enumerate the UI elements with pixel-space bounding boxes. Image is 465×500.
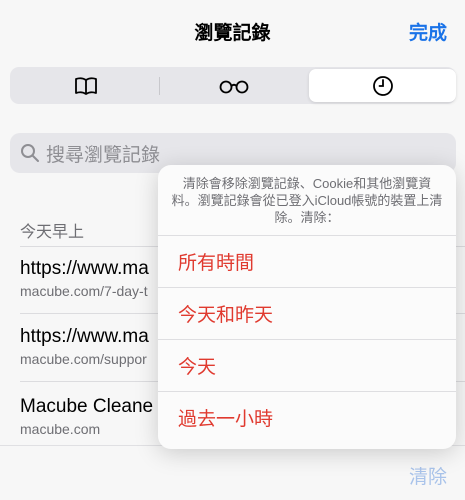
section-header: 今天早上: [20, 224, 85, 241]
search-icon: [21, 144, 39, 162]
tab-reading-list[interactable]: [160, 69, 307, 102]
search-placeholder: 搜尋瀏覽記錄: [46, 144, 161, 166]
segmented-control: [10, 67, 456, 104]
book-icon: [74, 76, 97, 95]
tab-history[interactable]: [309, 69, 456, 102]
reading-list-glasses-icon: [219, 80, 248, 93]
option-today[interactable]: 今天: [158, 339, 456, 391]
option-all-time[interactable]: 所有時間: [158, 235, 456, 287]
done-button[interactable]: 完成: [409, 18, 447, 45]
page-title: 瀏覽記錄: [194, 23, 271, 44]
option-last-hour[interactable]: 過去一小時: [158, 391, 456, 443]
clear-history-popover: 清除會移除瀏覽記錄、Cookie和其他瀏覽資料。瀏覽記錄會從已登入iCloud帳…: [158, 165, 456, 449]
tab-bookmarks[interactable]: [12, 69, 159, 102]
bottom-toolbar: 清除: [0, 445, 465, 500]
popover-message: 清除會移除瀏覽記錄、Cookie和其他瀏覽資料。瀏覽記錄會從已登入iCloud帳…: [171, 176, 443, 225]
clear-button[interactable]: 清除: [409, 462, 447, 489]
option-today-and-yesterday[interactable]: 今天和昨天: [158, 287, 456, 339]
clock-icon: [372, 75, 393, 96]
